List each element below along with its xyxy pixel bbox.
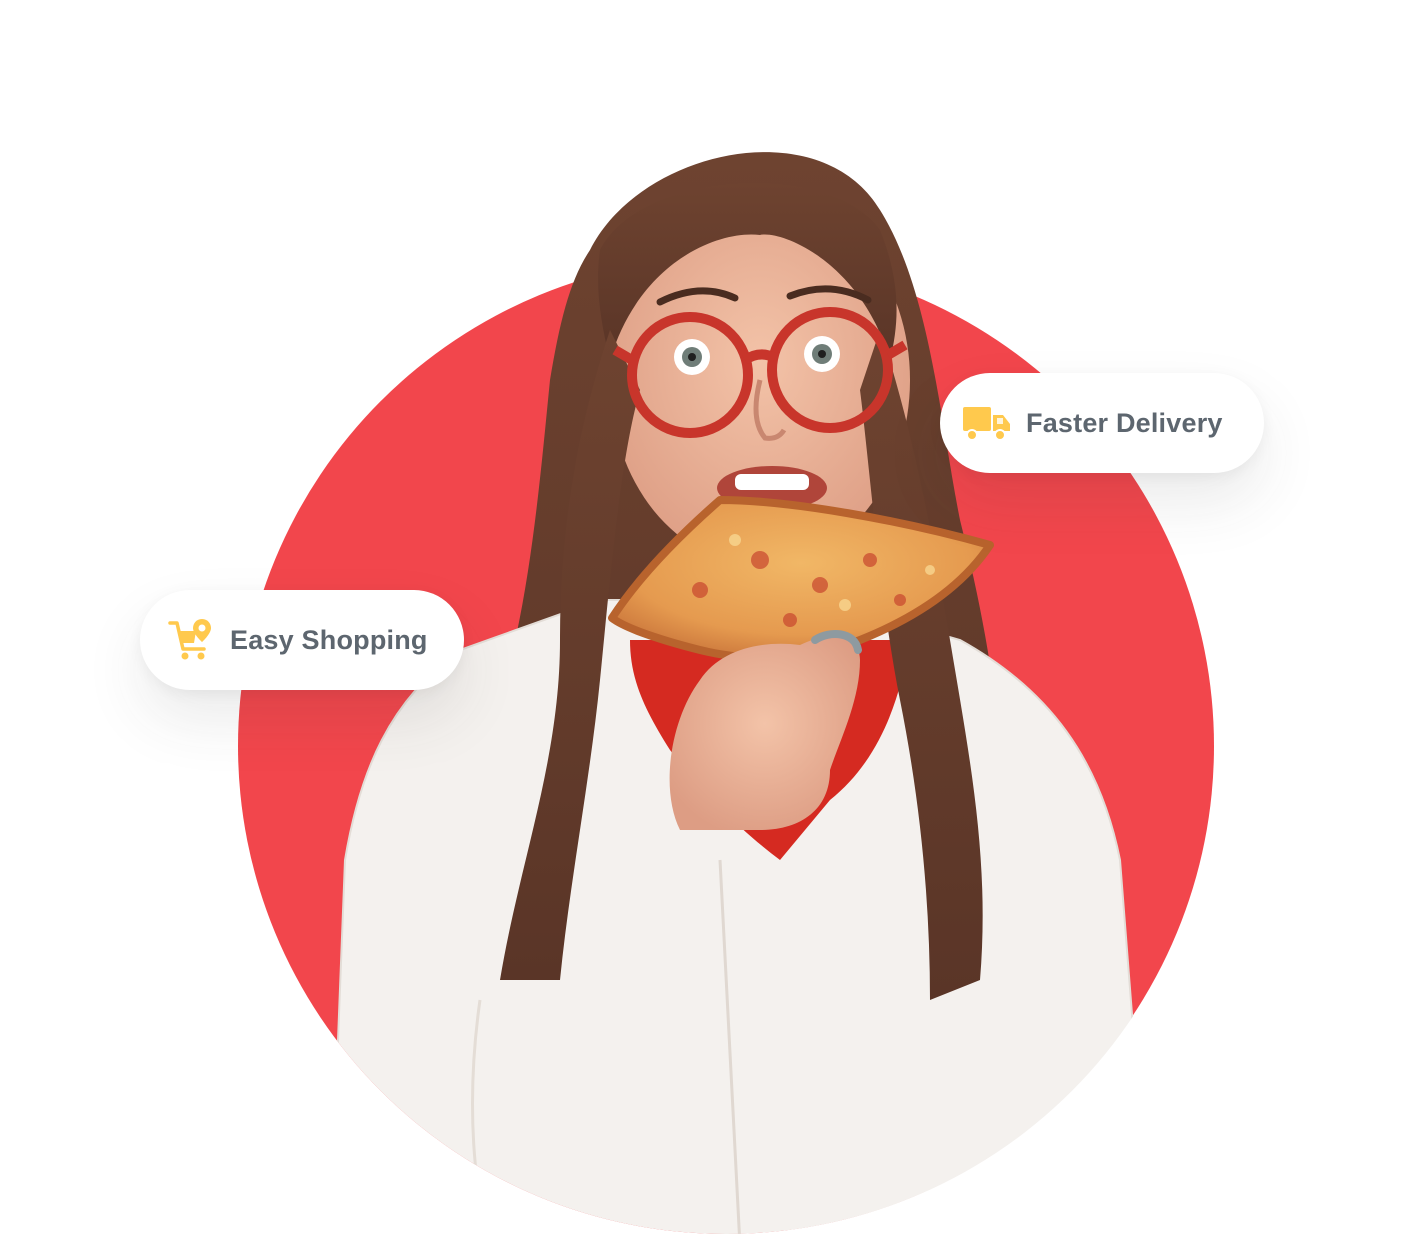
shopping-cart-location-icon: [166, 617, 216, 663]
faster-delivery-badge[interactable]: Faster Delivery: [940, 373, 1264, 473]
faster-delivery-label: Faster Delivery: [1026, 407, 1223, 438]
easy-shopping-badge[interactable]: Easy Shopping: [140, 590, 464, 690]
hero-section: Faster Delivery Easy Shopping: [0, 0, 1404, 1246]
easy-shopping-label: Easy Shopping: [230, 624, 428, 655]
delivery-truck-icon: [962, 400, 1012, 446]
